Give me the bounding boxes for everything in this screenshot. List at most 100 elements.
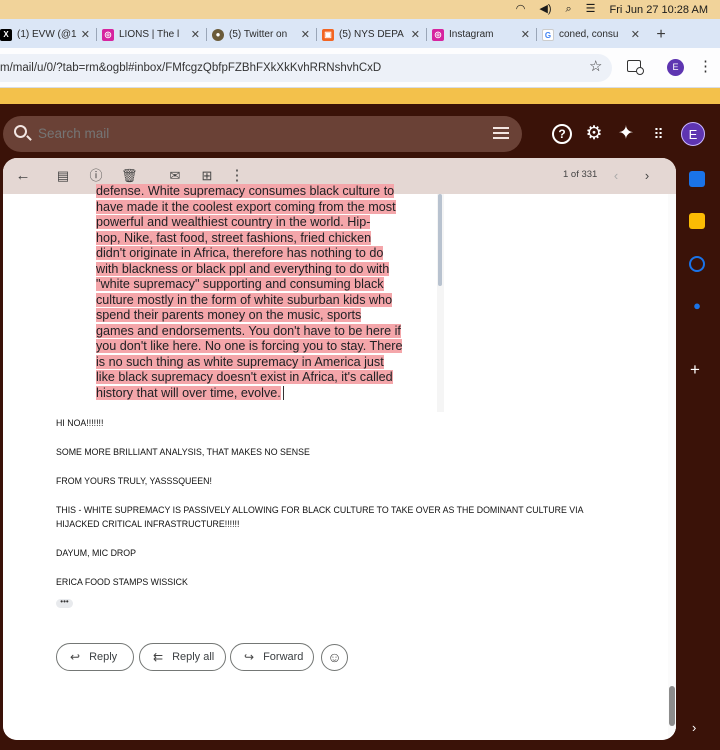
body-line: HIJACKED CRITICAL INFRASTRUCTURE!!!!!! (56, 519, 240, 529)
close-tab-icon[interactable]: ✕ (301, 28, 310, 41)
tab-lions[interactable]: ◎ LIONS | The l ✕ (96, 21, 206, 48)
instagram-icon: ◎ (432, 28, 444, 41)
menu-bar-clock: Fri Jun 27 10:28 AM (609, 3, 708, 16)
browser-menu-icon[interactable]: ⋮ (698, 57, 713, 77)
tab-twitter[interactable]: ● (5) Twitter on ✕ (206, 21, 316, 48)
google-icon: G (542, 28, 554, 41)
reply-icon: ↩ (70, 650, 81, 664)
contacts-icon[interactable]: ● (689, 298, 705, 314)
tab-label: LIONS | The l (119, 29, 180, 40)
tab-evw[interactable]: X (1) EVW (@1 ✕ (0, 21, 96, 48)
gemini-spark-icon[interactable]: ✦ (616, 124, 636, 144)
browser-toolbar: m/mail/u/0/?tab=rm&ogbl#inbox/FMfcgzQbfp… (0, 48, 720, 88)
move-to-icon[interactable]: ⊞ (199, 168, 215, 184)
close-tab-icon[interactable]: ✕ (631, 28, 640, 41)
archive-icon[interactable]: ▤ (55, 168, 71, 184)
quoted-line: culture mostly in the form of white subu… (96, 292, 393, 307)
quoted-line: hop, Nike, fast food, street fashions, f… (96, 230, 372, 245)
quoted-line: history that will over time, evolve. (96, 385, 281, 400)
quoted-scrollbar-thumb[interactable] (438, 194, 442, 286)
add-addon-icon[interactable]: + (690, 361, 700, 378)
more-options-icon[interactable]: ⋮ (229, 168, 245, 184)
close-tab-icon[interactable]: ✕ (81, 28, 90, 41)
close-tab-icon[interactable]: ✕ (521, 28, 530, 41)
delete-icon[interactable]: 🗑 (121, 168, 138, 184)
tab-nys[interactable]: ▣ (5) NYS DEPA ✕ (316, 21, 426, 48)
quoted-line: "white supremacy" supporting and consumi… (96, 277, 384, 291)
body-line: SOME MORE BRILLIANT ANALYSIS, THAT MAKES… (56, 447, 310, 457)
keep-icon[interactable] (689, 213, 705, 229)
quoted-line: you don't like here. No one is forcing y… (96, 339, 403, 353)
expand-panel-chevron-icon[interactable]: › (692, 720, 696, 735)
browser-profile-avatar[interactable]: E (667, 59, 684, 76)
reply-label: Reply (89, 651, 118, 663)
message-scrollbar[interactable] (668, 194, 676, 740)
tab-label: (5) NYS DEPA (339, 29, 404, 40)
search-bar[interactable] (3, 116, 522, 152)
instagram-icon: ◎ (102, 28, 114, 41)
quoted-line: spend their parents money on the music, … (96, 308, 362, 322)
close-tab-icon[interactable]: ✕ (411, 28, 420, 41)
older-chevron-icon[interactable]: › (639, 168, 655, 184)
body-line-signature: ERICA FOOD STAMPS WISSICK (56, 577, 188, 587)
tab-label: Instagram (449, 29, 494, 40)
new-tab-button[interactable]: + (646, 21, 676, 48)
back-arrow-icon[interactable]: ← (15, 168, 31, 184)
message-body: defense. White supremacy consumes black … (3, 184, 676, 740)
report-spam-icon[interactable]: ⓘ (88, 168, 104, 184)
control-center-icon[interactable]: ☰ (586, 0, 596, 19)
volume-icon[interactable]: ◀) (539, 0, 551, 19)
twitter-circle-icon: ● (212, 28, 224, 41)
browser-tab-strip: X (1) EVW (@1 ✕ ◎ LIONS | The l ✕ ● (5) … (0, 19, 720, 48)
close-tab-icon[interactable]: ✕ (191, 28, 200, 41)
body-line: THIS - WHITE SUPREMACY IS PASSIVELY ALLO… (56, 505, 584, 515)
macos-menu-bar: ◠ ◀) ⌕ ☰ Fri Jun 27 10:28 AM (0, 0, 720, 19)
spotlight-search-icon[interactable]: ⌕ (566, 0, 572, 19)
quoted-line: have made it the coolest export coming f… (96, 199, 396, 214)
address-bar[interactable]: m/mail/u/0/?tab=rm&ogbl#inbox/FMfcgzQbfp… (0, 54, 612, 82)
quoted-line: games and endorsements. You don't have t… (96, 323, 401, 338)
search-icon[interactable] (14, 125, 27, 138)
pagination-count: 1 of 331 (563, 169, 598, 180)
reply-all-label: Reply all (172, 651, 215, 663)
search-input[interactable] (38, 116, 458, 152)
x-logo-icon: X (0, 28, 12, 41)
gear-icon[interactable]: ⚙ (584, 124, 604, 144)
lens-icon[interactable] (627, 60, 644, 75)
help-icon[interactable]: ? (552, 124, 572, 144)
message-view: ← ▤ ⓘ 🗑 ✉ ⊞ ⋮ 1 of 331 ‹ › defense. Whit… (3, 158, 676, 740)
quoted-scrollbar[interactable] (437, 194, 444, 412)
quoted-line: didn't originate in Africa, therefore ha… (96, 246, 384, 260)
body-line: DAYUM, MIC DROP (56, 548, 136, 558)
account-avatar[interactable]: E (681, 122, 705, 146)
nys-icon: ▣ (322, 28, 334, 41)
quoted-line: powerful and wealthiest country in the w… (96, 215, 371, 229)
calendar-icon[interactable] (689, 171, 705, 187)
forward-button[interactable]: ↪ Forward (230, 643, 314, 671)
message-scrollbar-thumb[interactable] (669, 686, 675, 726)
tab-label: (5) Twitter on (229, 29, 288, 40)
reply-button[interactable]: ↩ Reply (56, 643, 134, 671)
apps-grid-icon[interactable]: ⠿ (648, 124, 668, 144)
body-line: FROM YOURS TRULY, YASSSQUEEN! (56, 476, 212, 486)
tasks-icon[interactable] (689, 256, 705, 272)
quoted-line: is no such thing as white supremacy in A… (96, 354, 384, 369)
forward-label: Forward (263, 651, 304, 663)
reply-all-button[interactable]: ⇇ Reply all (139, 643, 226, 671)
emoji-reaction-button[interactable]: ☺ (321, 644, 348, 671)
tab-google-coned[interactable]: G coned, consu ✕ (536, 21, 646, 48)
newer-chevron-icon[interactable]: ‹ (608, 168, 624, 184)
quoted-line: defense. White supremacy consumes black … (96, 184, 395, 198)
show-trimmed-content-button[interactable]: ••• (56, 598, 73, 608)
wifi-icon[interactable]: ◠ (516, 0, 526, 19)
quoted-line: like black supremacy doesn't exist in Af… (96, 370, 393, 384)
tab-instagram[interactable]: ◎ Instagram ✕ (426, 21, 536, 48)
search-options-icon[interactable] (493, 126, 509, 140)
mark-unread-icon[interactable]: ✉ (167, 168, 183, 184)
bookmark-star-icon[interactable]: ☆ (589, 59, 602, 74)
quoted-line: with blackness or black ppl and everythi… (96, 261, 390, 276)
body-line-greeting: HI NOA!!!!!!! (56, 418, 104, 428)
forward-icon: ↪ (244, 650, 255, 664)
tab-label: (1) EVW (@1 (17, 29, 77, 40)
reply-all-icon: ⇇ (153, 650, 164, 664)
